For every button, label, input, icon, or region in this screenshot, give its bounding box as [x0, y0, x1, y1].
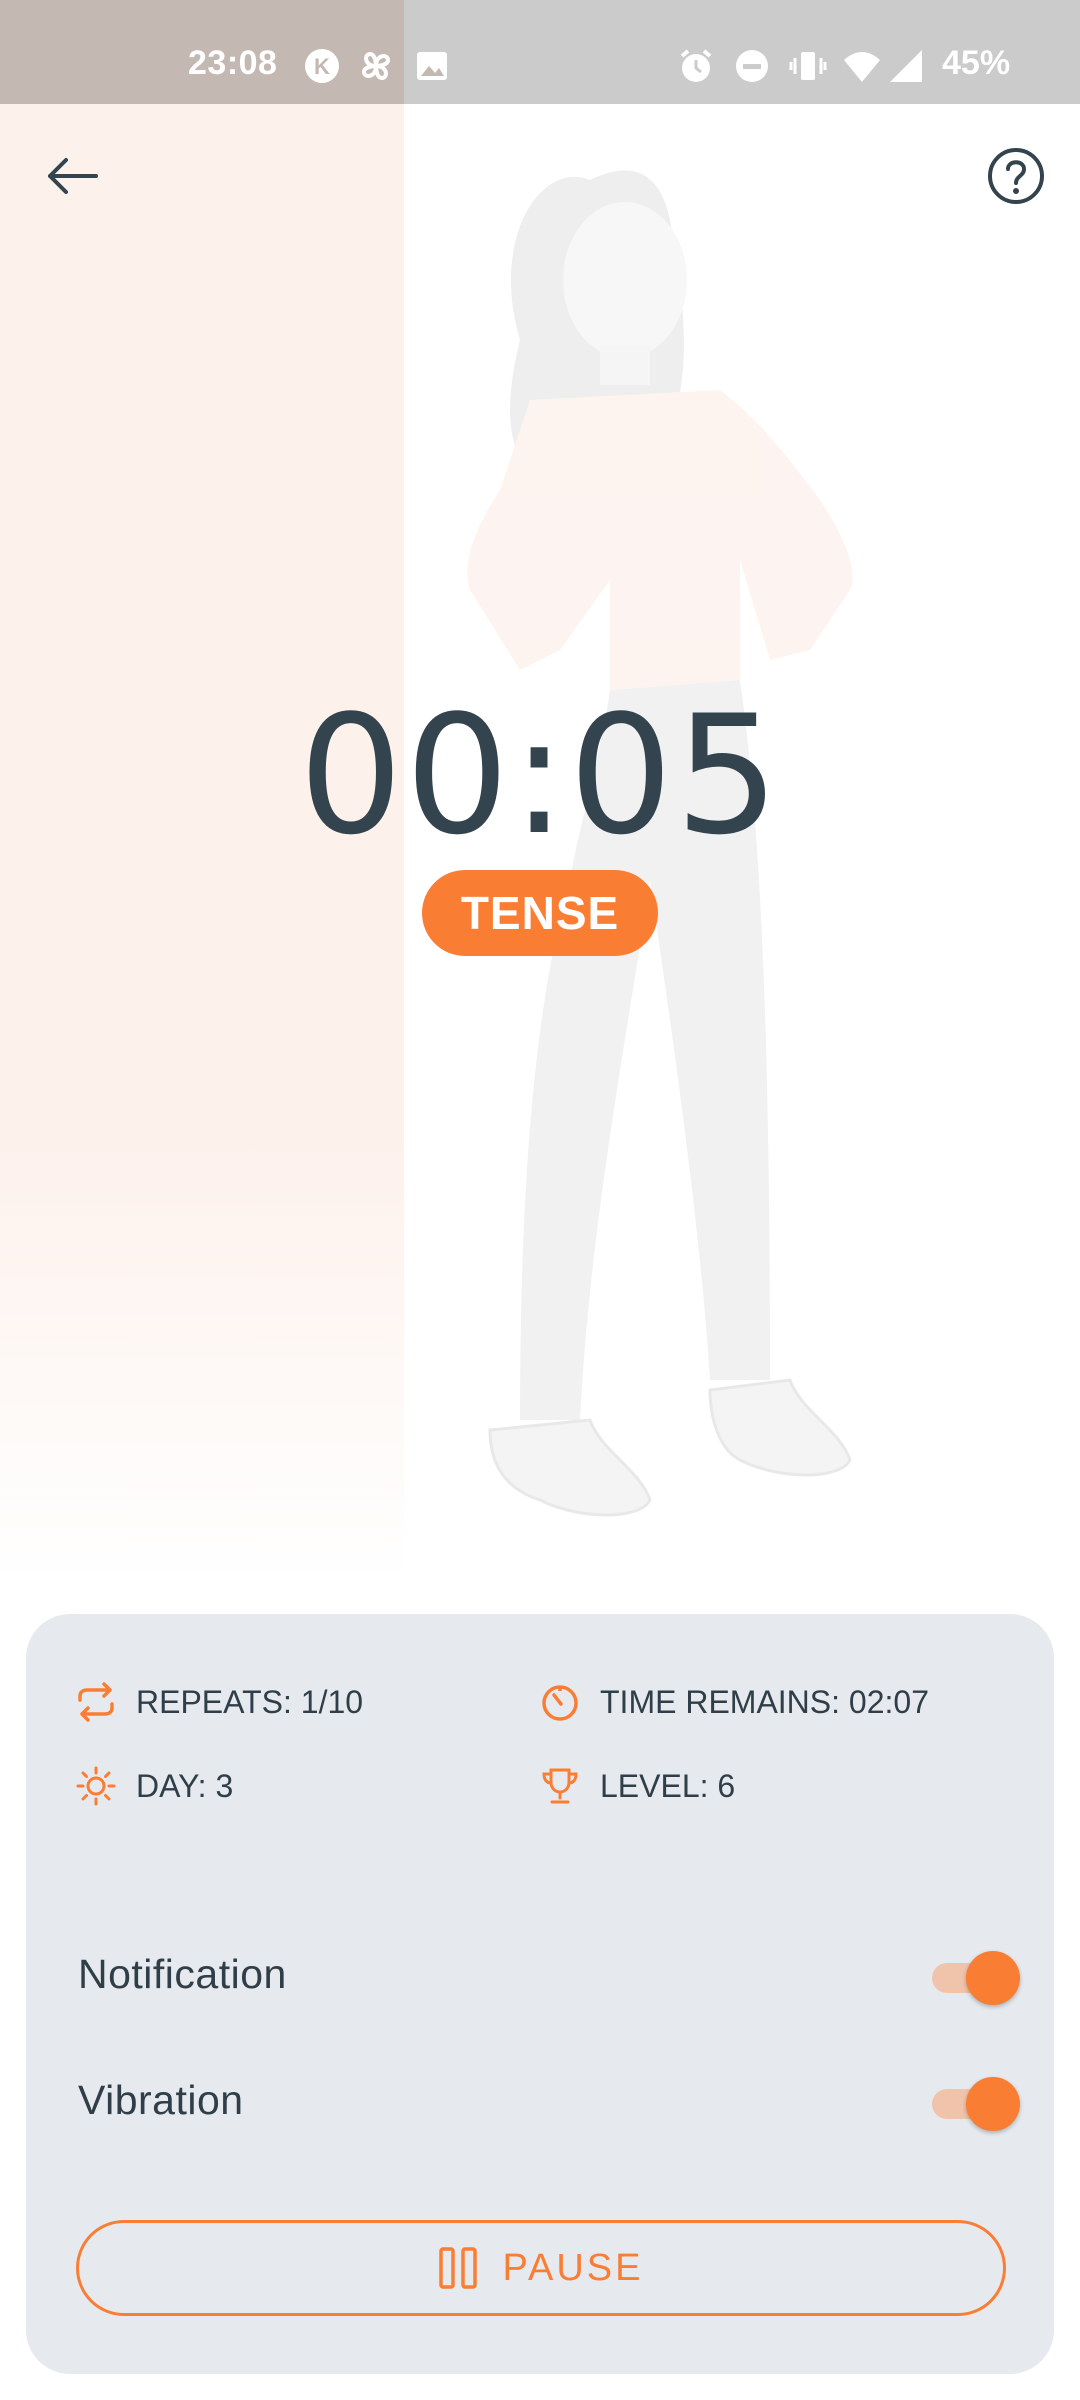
stopwatch-icon	[538, 1680, 582, 1724]
pause-button[interactable]: PAUSE	[76, 2220, 1006, 2316]
toggle-thumb	[966, 2077, 1020, 2131]
pause-label: PAUSE	[502, 2246, 644, 2289]
pinwheel-icon	[361, 51, 391, 81]
status-bar: 23:08 K 45%	[0, 0, 1080, 104]
image-icon	[417, 52, 447, 80]
phase-badge: TENSE	[422, 870, 658, 956]
vibration-setting: Vibration	[78, 2070, 1020, 2131]
day-text: DAY: 3	[136, 1767, 234, 1804]
toggle-thumb	[966, 1951, 1020, 2005]
wifi-icon	[844, 52, 880, 82]
k-app-icon: K	[305, 49, 339, 83]
help-circle-icon	[988, 148, 1044, 204]
time-remains-stat: TIME REMAINS: 02:07	[538, 1680, 929, 1724]
day-stat: DAY: 3	[74, 1764, 233, 1808]
vibration-label: Vibration	[78, 2076, 244, 2123]
session-card: REPEATS: 1/10 TIME REMAINS: 02:07 DAY: 3	[26, 1614, 1054, 2374]
notification-label: Notification	[78, 1950, 287, 1997]
vibrate-icon	[789, 52, 827, 80]
countdown-timer: 00:05	[298, 680, 782, 871]
signal-icon	[890, 50, 922, 82]
pause-icon	[439, 2247, 478, 2289]
svg-text:K: K	[314, 54, 330, 79]
battery-level: 45%	[942, 44, 1011, 82]
status-time: 23:08	[188, 44, 278, 82]
back-button[interactable]	[40, 144, 104, 208]
vibration-toggle[interactable]	[926, 2075, 1020, 2131]
notification-setting: Notification	[78, 1944, 1020, 2005]
repeats-stat: REPEATS: 1/10	[74, 1680, 363, 1724]
time-remains-text: TIME REMAINS: 02:07	[600, 1683, 929, 1720]
help-button[interactable]	[984, 144, 1048, 208]
notification-toggle[interactable]	[926, 1949, 1020, 2005]
repeats-text: REPEATS: 1/10	[136, 1683, 364, 1720]
level-text: LEVEL: 6	[600, 1767, 736, 1804]
sun-icon	[74, 1764, 118, 1808]
repeat-icon	[74, 1680, 118, 1724]
alarm-icon	[680, 49, 712, 82]
level-stat: LEVEL: 6	[538, 1764, 735, 1808]
arrow-left-icon	[48, 158, 98, 194]
trophy-icon	[538, 1764, 582, 1808]
dnd-icon	[736, 50, 768, 82]
